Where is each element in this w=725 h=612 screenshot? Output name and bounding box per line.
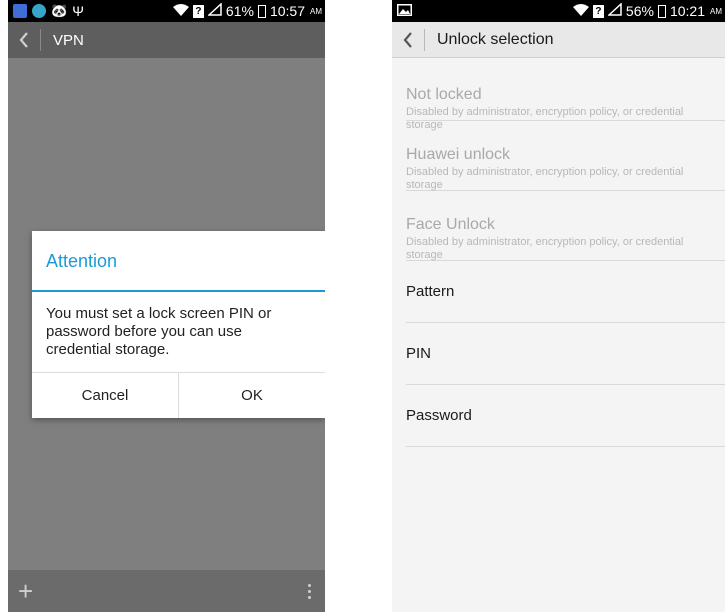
back-button[interactable] <box>8 22 40 58</box>
chevron-left-icon <box>403 31 412 48</box>
ok-button[interactable]: OK <box>178 373 325 418</box>
usb-icon: Ψ <box>72 3 84 19</box>
right-phone-screen: ? 56% 10:21 AM Unlock selection Not locke… <box>392 0 725 612</box>
globe-app-icon <box>32 4 46 18</box>
clock-time: 10:57 <box>269 3 305 19</box>
battery-percent: 56% <box>625 3 654 19</box>
system-icons: ? 61% 10:57 AM <box>172 2 325 19</box>
option-huawei-unlock: Huawei unlock Disabled by administrator,… <box>406 121 725 191</box>
page-title: VPN <box>53 31 84 49</box>
unlock-options-list: Not locked Disabled by administrator, en… <box>406 59 725 447</box>
system-icons: ? 56% 10:21 AM <box>572 2 725 19</box>
option-password[interactable]: Password <box>406 385 725 447</box>
signal-icon <box>606 2 622 19</box>
option-title: Pattern <box>406 282 455 300</box>
action-bar: Unlock selection <box>392 22 725 58</box>
notification-icons: 🐼 Ψ <box>8 3 84 19</box>
option-pin[interactable]: PIN <box>406 323 725 385</box>
notification-icons <box>392 3 412 19</box>
option-pattern[interactable]: Pattern <box>406 261 725 323</box>
status-bar: ? 56% 10:21 AM <box>392 0 725 22</box>
option-title: PIN <box>406 344 432 362</box>
wifi-icon <box>572 3 589 19</box>
clock-time: 10:21 <box>669 3 705 19</box>
sim-alert-icon: ? <box>592 4 604 18</box>
chevron-left-icon <box>19 32 28 48</box>
left-phone-screen: 🐼 Ψ ? 61% 10:57AM VPN + Attention You m <box>8 0 325 612</box>
battery-icon <box>657 4 666 18</box>
overflow-menu-icon[interactable] <box>308 583 311 599</box>
option-subtitle: Disabled by administrator, encryption po… <box>406 166 684 191</box>
clock-ampm: AM <box>310 6 322 16</box>
image-icon <box>397 3 412 19</box>
clock-ampm: AM <box>710 6 722 16</box>
option-title: Not locked <box>406 86 482 103</box>
battery-icon <box>257 4 266 18</box>
option-title: Password <box>406 406 472 424</box>
back-button[interactable] <box>392 22 424 58</box>
page-title: Unlock selection <box>437 30 554 48</box>
attention-dialog: Attention You must set a lock screen PIN… <box>32 231 325 418</box>
notification-app-icon <box>13 4 27 18</box>
dialog-message: You must set a lock screen PIN or passwo… <box>46 305 272 358</box>
wifi-icon <box>172 3 189 19</box>
android-icon: 🐼 <box>51 3 68 18</box>
signal-icon <box>206 2 222 19</box>
cancel-button[interactable]: Cancel <box>32 373 178 418</box>
sim-alert-icon: ? <box>192 4 204 18</box>
option-face-unlock: Face Unlock Disabled by administrator, e… <box>406 191 725 261</box>
option-subtitle: Disabled by administrator, encryption po… <box>406 236 684 261</box>
action-bar: VPN <box>8 22 325 58</box>
dialog-title: Attention <box>32 231 325 292</box>
add-vpn-button[interactable]: + <box>18 578 33 604</box>
bottom-action-bar: + <box>8 570 325 612</box>
option-not-locked: Not locked Disabled by administrator, en… <box>406 59 725 131</box>
dialog-buttons: Cancel OK <box>32 372 325 418</box>
status-bar: 🐼 Ψ ? 61% 10:57 AM <box>8 0 325 22</box>
battery-percent: 61% <box>225 3 254 19</box>
option-title: Huawei unlock <box>406 146 511 163</box>
option-title: Face Unlock <box>406 216 495 233</box>
